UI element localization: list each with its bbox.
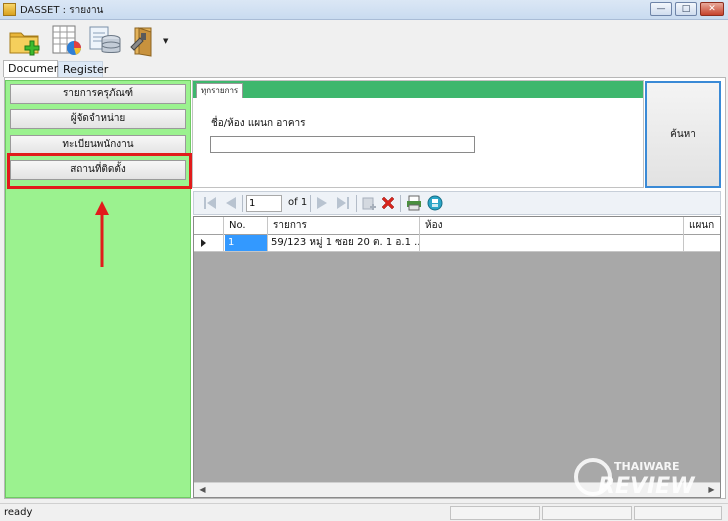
status-text: ready	[4, 507, 33, 518]
window-title: DASSET : รายงาน	[20, 5, 104, 16]
column-header-no[interactable]: No.	[224, 217, 268, 235]
watermark-logo: THAIWARE REVIEW	[574, 458, 696, 497]
watermark-line1: THAIWARE	[614, 460, 679, 473]
search-input[interactable]	[210, 136, 475, 153]
nav-button-equipment-list[interactable]: รายการครุภัณฑ์	[10, 84, 186, 104]
toolbar: ▼	[0, 21, 728, 59]
status-pane	[634, 506, 722, 520]
save-icon[interactable]	[427, 195, 443, 211]
print-icon[interactable]	[406, 195, 422, 211]
delete-record-icon[interactable]	[380, 195, 396, 211]
minimize-button[interactable]: —	[650, 2, 672, 16]
app-icon	[3, 3, 16, 16]
table-row[interactable]: 1 59/123 หมู่ 1 ซอย 20 ต. 1 อ.1 ...	[194, 235, 720, 252]
search-field-label: ชื่อ/ห้อง แผนก อาคาร	[211, 118, 306, 129]
search-button[interactable]: ค้นหา	[645, 81, 721, 188]
folder-add-icon[interactable]	[8, 23, 42, 57]
previous-record-icon[interactable]	[223, 195, 239, 211]
cell-dept[interactable]	[684, 235, 720, 251]
separator	[310, 195, 311, 212]
current-row-icon	[201, 239, 206, 247]
maximize-button[interactable]: □	[675, 2, 697, 16]
scroll-left-icon[interactable]: ◀	[195, 484, 210, 496]
highlight-box	[7, 153, 192, 189]
annotation-arrow-icon	[95, 201, 109, 267]
row-header[interactable]	[194, 235, 224, 251]
search-header-strip: ทุกรายการ	[193, 81, 643, 98]
first-record-icon[interactable]	[202, 195, 218, 211]
tab-strip: Document Register	[0, 60, 728, 78]
last-record-icon[interactable]	[335, 195, 351, 211]
separator	[242, 195, 243, 212]
close-button[interactable]: ✕	[700, 2, 724, 16]
row-header-corner	[194, 217, 224, 235]
add-record-icon[interactable]	[361, 195, 377, 211]
left-nav-panel: รายการครุภัณฑ์ ผู้จัดจำหน่าย ทะเบียนพนัก…	[5, 80, 191, 498]
status-bar: ready	[0, 503, 728, 521]
record-navigator: of 1	[193, 191, 721, 215]
column-header-item[interactable]: รายการ	[268, 217, 420, 235]
spreadsheet-chart-icon[interactable]	[50, 23, 84, 57]
title-bar: DASSET : รายงาน — □ ✕	[0, 0, 728, 20]
search-panel: ทุกรายการ ชื่อ/ห้อง แผนก อาคาร	[192, 80, 644, 188]
separator	[356, 195, 357, 212]
tools-folder-icon[interactable]	[127, 23, 161, 57]
grid-header: No. รายการ ห้อง แผนก	[194, 217, 720, 235]
nav-button-employees[interactable]: ทะเบียนพนักงาน	[10, 135, 186, 155]
watermark-line2: REVIEW	[598, 474, 696, 497]
separator	[400, 195, 401, 212]
column-header-dept[interactable]: แผนก	[684, 217, 720, 235]
tab-register[interactable]: Register	[58, 61, 108, 78]
cell-no[interactable]: 1	[225, 235, 268, 251]
database-doc-icon[interactable]	[88, 23, 122, 57]
next-record-icon[interactable]	[314, 195, 330, 211]
cell-room[interactable]	[420, 235, 684, 251]
tab-all-items[interactable]: ทุกรายการ	[196, 83, 244, 98]
tab-document[interactable]: Document	[3, 60, 65, 77]
nav-button-vendors[interactable]: ผู้จัดจำหน่าย	[10, 109, 186, 129]
page-number-input[interactable]	[246, 195, 282, 212]
cell-item[interactable]: 59/123 หมู่ 1 ซอย 20 ต. 1 อ.1 ...	[268, 235, 420, 251]
chevron-down-icon[interactable]: ▼	[163, 37, 168, 45]
page-count-label: of 1	[288, 197, 308, 208]
column-header-room[interactable]: ห้อง	[420, 217, 684, 235]
status-pane	[450, 506, 540, 520]
status-pane	[542, 506, 632, 520]
